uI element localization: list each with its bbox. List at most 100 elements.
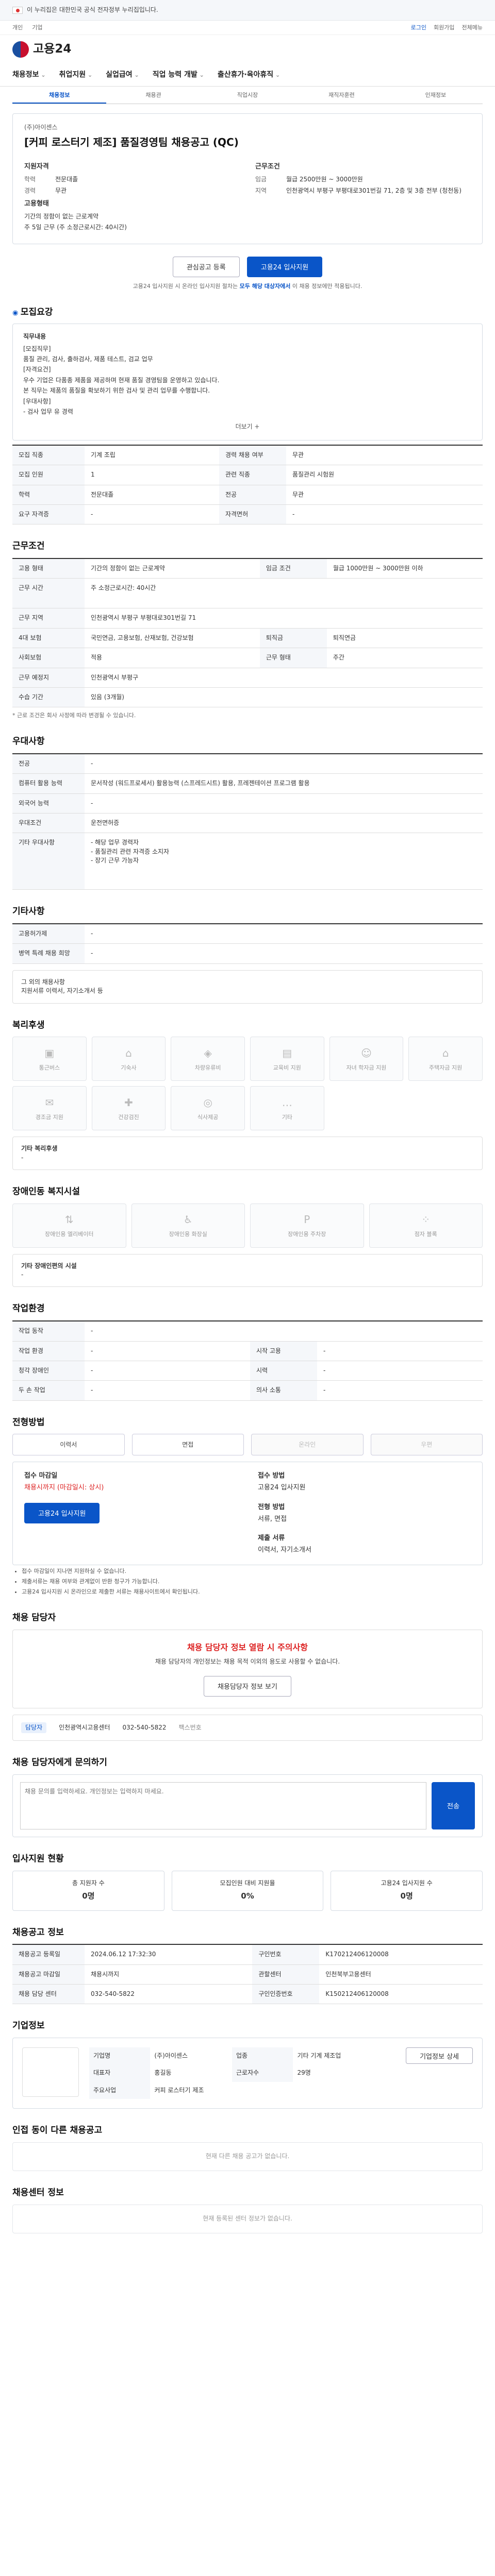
value-form: 기간의 정함이 없는 근로계약 [24, 212, 98, 220]
section-title: 채용 담당자 [12, 1612, 56, 1623]
manager-center: 인천광역시고용센터 [59, 1723, 110, 1731]
label-career: 경력 [24, 187, 36, 194]
label-pay: 임금 [255, 176, 267, 183]
child-icon: ☺ [361, 1046, 372, 1059]
util-personal[interactable]: 개인 [12, 24, 23, 31]
welfare-card: ⌂ 기숙사 [91, 1037, 166, 1081]
more-button[interactable]: 더보기 + [23, 422, 472, 431]
way-resume[interactable]: 이력서 [12, 1434, 125, 1456]
posting-table: 채용공고 등록일 2024.06.12 17:32:30 구인번호 K17021240… [12, 1944, 483, 2005]
facility-card: P 장애인용 주차장 [250, 1203, 364, 1248]
signup-link[interactable]: 회원가입 [434, 24, 454, 31]
recruit-section: 모집요강 직무내용 [모집직무] 품질 관리, 검사, 출하검사, 제품 테스트… [12, 306, 483, 525]
desc-line: [자격요건] [23, 366, 51, 374]
table-row: 작업 동작 - [12, 1321, 483, 1342]
logo-text[interactable]: 고용24 [33, 41, 71, 58]
welfare-card: ◎ 식사제공 [171, 1086, 245, 1131]
value-pay: 월급 2500만원 ~ 3000만원 [286, 176, 363, 183]
sub-tabs: 채용정보 채용관 직업시장 재직자훈련 인재정보 [12, 87, 483, 104]
workenv-table: 작업 동작 - 작업 환경 - 시작 고용 - 청각 장애인 - 시력 - 두 손 작업 - 의사… [12, 1320, 483, 1401]
table-row: 고용허가제 - [12, 924, 483, 944]
center-empty: 현재 등록된 센터 정보가 없습니다. [12, 2204, 483, 2233]
logo-icon[interactable] [12, 41, 29, 58]
util-company[interactable]: 기업 [32, 24, 42, 31]
main-nav: 채용정보 취업지원 실업급여 직업 능력 개발 출산휴가·육아휴직 [0, 64, 495, 87]
facility-card: ⇅ 장애인용 엘리베이터 [12, 1203, 126, 1248]
book-icon: ▤ [282, 1046, 292, 1059]
flag-icon [12, 6, 23, 14]
tab-recruit-info[interactable]: 채용정보 [12, 87, 107, 104]
way-interview[interactable]: 면접 [131, 1434, 244, 1456]
apply-button[interactable]: 고용24 입사지원 [246, 256, 323, 277]
nav-leave[interactable]: 출산휴가·육아휴직 [218, 70, 280, 80]
value-location: 인천광역시 부평구 부평대로301번길 71, 2층 및 3층 전부 (청천동) [286, 187, 462, 194]
workenv-section: 작업환경 작업 동작 - 작업 환경 - 시작 고용 - 청각 장애인 - 시력 - 두 손 … [12, 1302, 483, 1401]
tab-talent[interactable]: 인재정보 [389, 87, 483, 104]
disabled-section: 장애인동 복지시설 ⇅ 장애인용 엘리베이터 ♿ 장애인용 화장실 P 장애인용 주차… [12, 1185, 483, 1287]
facility-note-box: 기타 장애인편의 시설 - [12, 1253, 483, 1287]
section-title: 기업정보 [12, 2021, 45, 2031]
posting-info-section: 채용공고 정보 채용공고 등록일 2024.06.12 17:32:30 구인번호 K… [12, 1926, 483, 2005]
form-heading: 고용형태 [24, 200, 49, 208]
table-row: 근무 시간 주 소정근로시간: 40시간 [12, 578, 483, 609]
etc-text: 그 외의 채용사항 [21, 978, 65, 986]
utility-bar: 개인 기업 로그인 회원가입 전체메뉴 [0, 21, 495, 35]
selection-section: 전형방법 이력서 면접 온라인 우편 접수 마감일 채용시까지 (마감일시: 상시… [12, 1416, 483, 1596]
manager-tag: 담당자 [21, 1722, 47, 1734]
welfare-card: ◈ 차량유류비 [171, 1037, 245, 1081]
job-desc-heading: 직무내용 [23, 333, 46, 341]
car-icon: ◈ [204, 1046, 212, 1059]
company-detail-button[interactable]: 기업정보 상세 [406, 2047, 473, 2064]
qa-send-button[interactable]: 전송 [432, 1782, 475, 1829]
welfare-card: ✉ 경조금 지원 [12, 1086, 87, 1131]
tab-job-market[interactable]: 직업시장 [201, 87, 294, 104]
conditions-note: * 근로 조건은 회사 사정에 따라 변경될 수 있습니다. [12, 712, 136, 719]
way-online: 온라인 [251, 1434, 364, 1456]
facility-card: ♿ 장애인용 화장실 [131, 1203, 245, 1248]
interest-button[interactable]: 관심공고 등록 [172, 256, 240, 277]
company-table: 기업명 (주)아이센스 업종 기타 기계 제조업 대표자 홍길동 근로자수 29명 주요사업… [89, 2047, 395, 2099]
parking-icon: P [304, 1213, 310, 1226]
section-title: 입사지원 현황 [12, 1853, 64, 1864]
job-desc-box: 직무내용 [모집직무] 품질 관리, 검사, 출하검사, 제품 테스트, 검교 … [12, 324, 483, 440]
qa-input[interactable] [20, 1782, 426, 1829]
view-manager-button[interactable]: 채용담당자 정보 보기 [204, 1675, 291, 1697]
nav-employ-support[interactable]: 취업지원 [59, 70, 93, 80]
nav-unemployment[interactable]: 실업급여 [106, 70, 139, 80]
etc-table: 고용허가제 - 병역 특례 채용 희망 - [12, 923, 483, 964]
table-row: 청각 장애인 - 시력 - [12, 1361, 483, 1381]
welfare-card: ✚ 건강검진 [91, 1086, 166, 1131]
login-link[interactable]: 로그인 [411, 24, 426, 31]
welfare-card: ▣ 통근버스 [12, 1037, 87, 1081]
etc-icon: … [282, 1096, 292, 1109]
table-row: 모집 인원 1 관련 직종 품질관리 시험원 [12, 465, 483, 485]
apply-button-2[interactable]: 고용24 입사지원 [24, 1502, 100, 1523]
table-row: 고용 형태 기간의 정함이 없는 근로계약 임금 조건 월급 1000만원 ~ 300… [12, 558, 483, 579]
label-location: 지역 [255, 187, 267, 194]
manager-info: 담당자 인천광역시고용센터 032-540-5822 팩스번호 [12, 1714, 483, 1741]
table-row: 두 손 작업 - 의사 소통 - [12, 1380, 483, 1401]
braille-icon: ⁘ [421, 1213, 431, 1226]
apply-stat-section: 입사지원 현황 총 지원자 수 0명 모집인원 대비 지원율 0% 고용24 입사지… [12, 1853, 483, 1911]
elevator-icon: ⇅ [64, 1213, 74, 1226]
company-name[interactable]: (주)아이센스 [24, 123, 471, 132]
welfare-card: ⌂ 주택자금 지원 [408, 1037, 483, 1081]
tab-training[interactable]: 재직자훈련 [294, 87, 388, 104]
meal-icon: ◎ [203, 1096, 212, 1109]
section-title: 근무조건 [12, 541, 45, 552]
other-jobs-section: 인접 동이 다른 채용공고 현재 다른 채용 공고가 없습니다. [12, 2124, 483, 2171]
conditions-table: 고용 형태 기간의 정함이 없는 근로계약 임금 조건 월급 1000만원 ~ 300… [12, 557, 483, 708]
cond-heading: 근무조건 [255, 163, 280, 171]
stat-rate: 모집인원 대비 지원율 0% [171, 1870, 324, 1911]
tab-recruit-hall[interactable]: 채용관 [106, 87, 200, 104]
all-menu-link[interactable]: 전체메뉴 [462, 24, 483, 31]
value-edu: 전문대졸 [55, 176, 78, 183]
table-row: 기타 우대사항 - 해당 업무 경력자 - 품질관리 관련 자격증 소지자 - 장… [12, 833, 483, 890]
manager-section: 채용 담당자 채용 담당자 정보 열람 시 주의사항 채용 담당자의 개인정보는… [12, 1612, 483, 1741]
desc-line: [모집직무] [23, 345, 51, 352]
nav-recruit[interactable]: 채용정보 [12, 70, 46, 80]
qual-heading: 지원자격 [24, 163, 49, 171]
welfare-card: ☺ 자녀 학자금 지원 [329, 1037, 404, 1081]
toilet-icon: ♿ [183, 1213, 193, 1226]
nav-training[interactable]: 직업 능력 개발 [153, 70, 204, 80]
